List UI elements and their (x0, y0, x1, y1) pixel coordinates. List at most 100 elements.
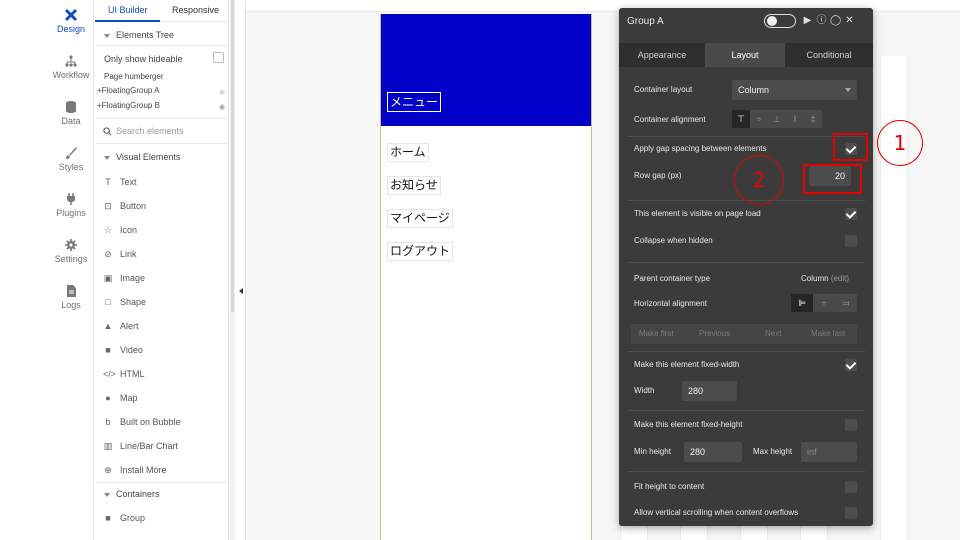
divider (627, 136, 865, 137)
vertical-scroll-checkbox[interactable] (845, 507, 857, 519)
align-bottom-icon[interactable]: ⊥ (768, 110, 786, 128)
group-icon: ■ (105, 513, 111, 523)
built-on-bubble-icon: b (105, 417, 111, 427)
containers-header[interactable]: Containers (104, 489, 238, 499)
collapse-when-hidden-label: Collapse when hidden (634, 236, 713, 245)
row-gap-label: Row gap (px) (634, 171, 682, 180)
link-icon: ⊘ (104, 249, 112, 259)
align-top-icon[interactable]: ⊤ (732, 110, 750, 128)
element-item-label: Icon (120, 225, 138, 235)
max-height-input[interactable]: inf (801, 442, 857, 462)
only-show-hideable-checkbox[interactable] (213, 52, 224, 63)
collapse-panel-icon[interactable] (239, 288, 243, 294)
container-layout-dropdown[interactable]: Column (732, 80, 857, 100)
html-icon: </> (103, 369, 117, 379)
property-editor: Group A ▶ ⓘ ◯ ✕ Appearance Layout Condit… (619, 8, 873, 526)
rail-data[interactable]: Data (48, 100, 94, 126)
comment-icon[interactable]: ◯ (830, 15, 841, 26)
close-icon[interactable]: ✕ (844, 15, 855, 26)
plug-icon (67, 193, 75, 205)
fixed-height-label: Make this element fixed-height (634, 420, 743, 429)
search-elements[interactable]: Search elements (103, 126, 237, 136)
rail-styles[interactable]: Styles (48, 146, 94, 172)
info-icon[interactable]: ⓘ (816, 15, 827, 26)
previous-button[interactable]: Previous (699, 324, 730, 344)
eye-icon[interactable]: ◉ (219, 103, 225, 111)
rail-settings[interactable]: Settings (48, 238, 94, 264)
play-icon[interactable]: ▶ (802, 15, 813, 26)
horizontal-alignment-group: ⊫ ÷ ⫤ (791, 294, 857, 312)
rail-label: Workflow (52, 70, 90, 80)
element-item-label: Install More (120, 465, 167, 475)
min-height-label: Min height (634, 447, 671, 456)
chevron-down-icon (104, 492, 110, 497)
rail-label: Plugins (56, 208, 86, 218)
rail-label: Design (56, 24, 85, 34)
fit-height-checkbox[interactable] (845, 481, 857, 493)
nav-news[interactable]: お知らせ (387, 176, 441, 195)
tree-item-label: FloatingGroup B (101, 101, 160, 110)
make-last-button[interactable]: Make last (811, 324, 845, 344)
chevron-down-icon (845, 88, 851, 92)
fixed-width-label: Make this element fixed-width (634, 360, 740, 369)
tab-conditional[interactable]: Conditional (785, 43, 873, 67)
containers-label: Containers (116, 489, 160, 499)
elements-tree-header[interactable]: Elements Tree (104, 30, 238, 40)
width-input[interactable]: 280 (682, 381, 737, 401)
divider (95, 118, 229, 119)
nav-home[interactable]: ホーム (387, 143, 429, 162)
editor-tabs: Appearance Layout Conditional (619, 43, 873, 67)
divider (627, 351, 865, 352)
visible-on-load-checkbox[interactable] (845, 208, 857, 220)
tab-ui-builder[interactable]: UI Builder (108, 5, 148, 15)
collapse-when-hidden-checkbox[interactable] (845, 235, 857, 247)
fit-height-label: Fit height to content (634, 482, 705, 491)
icon-icon: ☆ (103, 225, 113, 235)
fixed-width-checkbox[interactable] (845, 359, 857, 371)
tab-layout[interactable]: Layout (705, 43, 785, 67)
make-first-button[interactable]: Make first (639, 324, 674, 344)
visual-elements-header[interactable]: Visual Elements (104, 152, 238, 162)
tab-responsive[interactable]: Responsive (172, 5, 219, 15)
element-item-label: Video (120, 345, 143, 355)
tree-item-page[interactable]: Page humberger (104, 72, 238, 81)
tree-item-floatinggroup-a[interactable]: +FloatingGroup A (97, 86, 231, 95)
preview-toggle[interactable] (764, 14, 796, 28)
rail-label: Data (61, 116, 81, 126)
brush-icon (66, 147, 77, 159)
tree-item-floatinggroup-b[interactable]: +FloatingGroup B (97, 101, 231, 110)
install-more-icon: ⊕ (104, 465, 112, 475)
parent-type-edit-link[interactable]: (edit) (831, 274, 849, 283)
editor-title: Group A (627, 16, 664, 27)
align-center-icon[interactable]: ÷ (750, 110, 768, 128)
divider (627, 262, 865, 263)
align-space-between-icon[interactable]: Ⅰ (786, 110, 804, 128)
align-right-icon[interactable]: ⫤ (835, 294, 857, 312)
align-left-icon[interactable]: ⊫ (791, 294, 813, 312)
visible-on-load-label: This element is visible on page load (634, 209, 761, 218)
align-hcenter-icon[interactable]: ÷ (813, 294, 835, 312)
rail-label: Logs (61, 300, 81, 310)
rail-design[interactable]: Design (48, 8, 94, 34)
menu-button[interactable]: メニュー (387, 92, 442, 112)
rail-logs[interactable]: Logs (48, 284, 94, 310)
eye-icon[interactable]: ◉ (219, 88, 225, 96)
panel-scrollbar-thumb[interactable] (231, 0, 234, 312)
align-space-around-icon[interactable]: ‡ (804, 110, 822, 128)
element-item-label: Group (120, 513, 146, 523)
fixed-height-checkbox[interactable] (845, 419, 857, 431)
tab-appearance[interactable]: Appearance (619, 43, 705, 67)
annotation-circle-1: 1 (877, 120, 923, 166)
chevron-down-icon (104, 155, 110, 160)
editor-title-bar[interactable]: Group A ▶ ⓘ ◯ ✕ (619, 8, 873, 35)
data-icon (66, 101, 76, 113)
rail-plugins[interactable]: Plugins (48, 192, 94, 218)
min-height-input[interactable]: 280 (684, 442, 742, 462)
parent-container-type-value: Column (edit) (801, 274, 849, 283)
nav-logout[interactable]: ログアウト (387, 242, 454, 261)
nav-mypage[interactable]: マイページ (387, 209, 453, 228)
width-label: Width (634, 386, 655, 395)
next-button[interactable]: Next (765, 324, 781, 344)
video-icon: ■ (105, 345, 111, 355)
rail-workflow[interactable]: Workflow (48, 54, 94, 80)
